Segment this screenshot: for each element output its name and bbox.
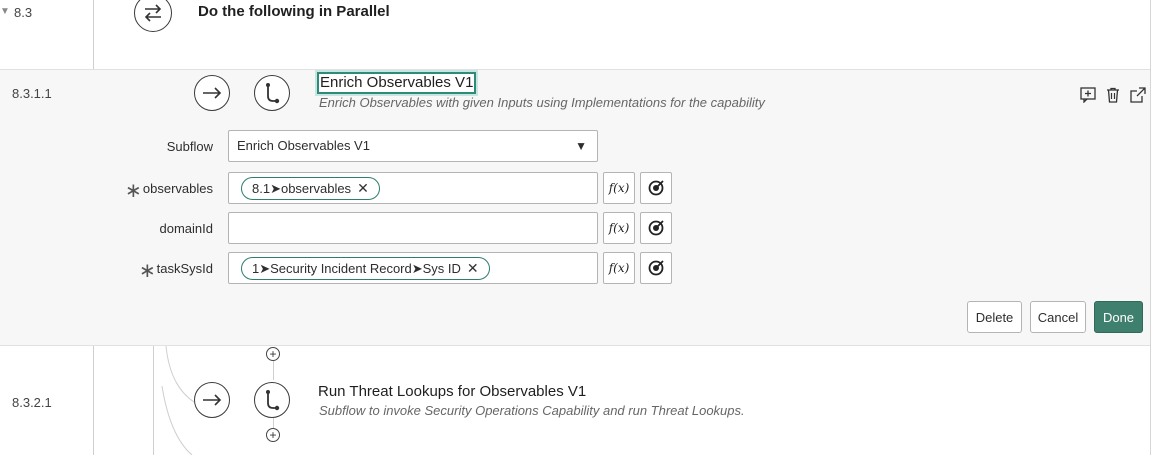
- data-pill[interactable]: 8.1➤observables ✕: [241, 177, 380, 200]
- remove-pill-icon[interactable]: ✕: [357, 180, 369, 197]
- subflow-label: Subflow: [166, 139, 213, 154]
- step-title[interactable]: Run Threat Lookups for Observables V1: [318, 383, 586, 400]
- subflow-select-value: Enrich Observables V1: [237, 138, 370, 153]
- subflow-icon: [254, 382, 290, 418]
- tasksysid-label: taskSysId: [156, 261, 213, 276]
- open-external-icon[interactable]: [1130, 87, 1146, 108]
- fx-button[interactable]: f(x): [603, 212, 635, 244]
- data-pill-picker-button[interactable]: [640, 252, 672, 284]
- subflow-icon: [254, 75, 290, 111]
- tree-guide-line: [93, 346, 94, 455]
- pill-picker-icon: [648, 260, 664, 276]
- parallel-arrows-icon: [134, 0, 172, 32]
- step-description: Subflow to invoke Security Operations Ca…: [319, 403, 745, 418]
- data-pill-picker-button[interactable]: [640, 212, 672, 244]
- trash-icon[interactable]: [1105, 87, 1121, 108]
- collapse-caret-icon[interactable]: ▼: [0, 6, 10, 17]
- tree-guide-line: [273, 360, 274, 380]
- arrow-right-icon: [194, 382, 230, 418]
- data-pill-label: 8.1➤observables: [252, 180, 352, 196]
- observables-input[interactable]: 8.1➤observables ✕: [228, 172, 598, 204]
- step-editor-panel: 8.3.1.1 Enrich Observables with given In…: [0, 69, 1150, 346]
- add-step-icon[interactable]: +: [266, 428, 280, 442]
- fx-icon: f(x): [608, 261, 630, 275]
- subflow-select[interactable]: Enrich Observables V1 ▼: [228, 130, 598, 162]
- observables-label: observables: [142, 181, 213, 196]
- add-step-icon[interactable]: +: [266, 347, 280, 361]
- data-pill-picker-button[interactable]: [640, 172, 672, 204]
- remove-pill-icon[interactable]: ✕: [467, 260, 479, 277]
- step-number: 8.3.1.1: [12, 86, 52, 101]
- data-pill-label: 1➤Security Incident Record➤Sys ID: [252, 260, 461, 276]
- window-edge: [1150, 0, 1151, 455]
- fx-button[interactable]: f(x): [603, 252, 635, 284]
- delete-button[interactable]: Delete: [967, 301, 1022, 333]
- tree-guide-line: [153, 346, 154, 455]
- chevron-down-icon: ▼: [575, 139, 587, 153]
- parallel-step-row[interactable]: ▼ 8.3 Do the following in Parallel: [0, 0, 1150, 70]
- fx-button[interactable]: f(x): [603, 172, 635, 204]
- tree-guide-line: [273, 418, 274, 428]
- data-pill[interactable]: 1➤Security Incident Record➤Sys ID ✕: [241, 257, 490, 280]
- step-description: Enrich Observables with given Inputs usi…: [319, 95, 765, 110]
- step-title-input[interactable]: Enrich Observables V1: [317, 72, 477, 94]
- step-title[interactable]: Do the following in Parallel: [198, 3, 390, 20]
- done-button[interactable]: Done: [1094, 301, 1143, 333]
- pill-picker-icon: [648, 220, 664, 236]
- fx-icon: f(x): [608, 221, 630, 235]
- tree-guide-line: [93, 0, 94, 70]
- tasksysid-input[interactable]: 1➤Security Incident Record➤Sys ID ✕: [228, 252, 598, 284]
- step-number: 8.3: [14, 5, 33, 20]
- arrow-right-icon: [194, 75, 230, 111]
- fx-icon: f(x): [608, 181, 630, 195]
- add-comment-icon[interactable]: [1080, 87, 1096, 108]
- domainid-input[interactable]: [228, 212, 598, 244]
- pill-picker-icon: [648, 180, 664, 196]
- domainid-label: domainId: [159, 221, 213, 236]
- step-number: 8.3.2.1: [12, 395, 52, 410]
- cancel-button[interactable]: Cancel: [1030, 301, 1086, 333]
